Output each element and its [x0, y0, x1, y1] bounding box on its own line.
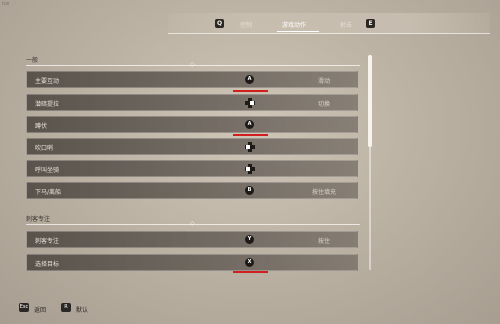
- binding-label: 选择目标: [35, 261, 60, 268]
- tab-controls[interactable]: 控制: [240, 20, 252, 29]
- corner-label: ice: [2, 1, 10, 7]
- esc-key-icon[interactable]: Esc: [19, 303, 29, 312]
- active-tab-indicator: [277, 31, 319, 32]
- binding-row[interactable]: 吹口哨: [26, 138, 358, 155]
- binding-row[interactable]: 选择目标 X: [26, 254, 358, 271]
- tab-game-actions[interactable]: 游戏动作: [282, 20, 306, 29]
- r-key-icon[interactable]: R: [61, 303, 71, 312]
- focus-underline: [233, 134, 268, 136]
- divider-diamond-icon: ◇: [190, 61, 195, 68]
- binding-row[interactable]: 蹲伏 A: [26, 116, 358, 133]
- binding-mode[interactable]: 按住填充: [304, 187, 344, 196]
- scrollbar-thumb[interactable]: [368, 55, 372, 147]
- dpad-left-icon: [245, 164, 255, 174]
- a-button-icon: A: [245, 75, 254, 84]
- y-button-icon: Y: [245, 235, 254, 244]
- focus-underline: [233, 90, 268, 92]
- a-button-icon: A: [245, 120, 254, 129]
- binding-label: 主要互动: [35, 78, 60, 85]
- tab-shooting[interactable]: 射击: [340, 20, 352, 29]
- default-button[interactable]: 默认: [76, 305, 88, 314]
- binding-label: 潜暗提拉: [35, 101, 60, 108]
- binding-row[interactable]: 主要互动 A 滑动: [26, 71, 358, 88]
- binding-label: 呼叫坐骑: [35, 167, 60, 174]
- binding-row[interactable]: 刺客专注 Y 按住: [26, 231, 358, 248]
- binding-label: 下马/离船: [35, 189, 62, 196]
- binding-label: 吹口哨: [35, 145, 54, 152]
- binding-row[interactable]: 呼叫坐骑: [26, 160, 358, 177]
- focus-underline: [233, 271, 268, 273]
- dpad-left-icon: [245, 142, 255, 152]
- back-button[interactable]: 返回: [34, 305, 46, 314]
- binding-mode[interactable]: 滑动: [304, 76, 344, 85]
- divider-diamond-icon: ◇: [190, 220, 195, 227]
- b-button-icon: B: [245, 186, 254, 195]
- section-title-general: 一般: [26, 57, 39, 64]
- binding-mode[interactable]: 切换: [304, 99, 344, 108]
- binding-row[interactable]: 潜暗提拉 切换: [26, 94, 358, 111]
- prev-tab-key-icon[interactable]: Q: [215, 19, 224, 28]
- next-tab-key-icon[interactable]: E: [366, 19, 375, 28]
- binding-label: 刺客专注: [35, 238, 60, 245]
- section-title-assassin-focus: 刺客专注: [26, 216, 51, 223]
- x-button-icon: X: [245, 258, 254, 267]
- binding-label: 蹲伏: [35, 123, 48, 130]
- dpad-right-icon: [245, 98, 255, 108]
- binding-mode[interactable]: 按住: [304, 236, 344, 245]
- binding-row[interactable]: 下马/离船 B 按住填充: [26, 182, 358, 199]
